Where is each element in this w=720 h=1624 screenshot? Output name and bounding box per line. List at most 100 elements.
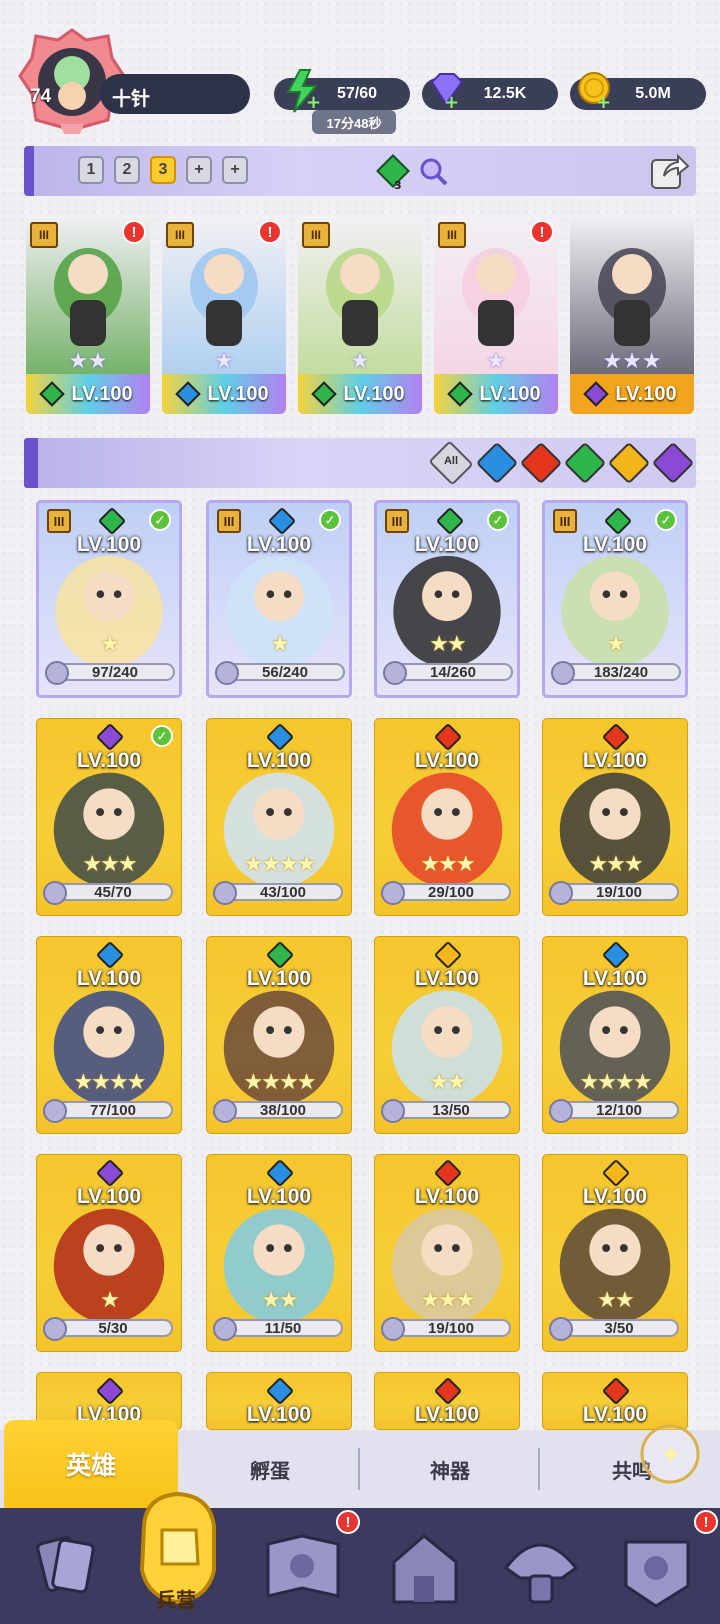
hero-card[interactable]: ✓ LV.100 ★★★ 45/70 xyxy=(36,718,182,916)
hero-card[interactable]: LV.100 xyxy=(374,1372,520,1430)
team-tab-3[interactable]: 3 xyxy=(150,156,176,184)
hero-card[interactable]: LV.100 ★★ 13/50 xyxy=(374,936,520,1134)
hero-stars: ★★★ xyxy=(588,851,643,876)
castle-nav-icon[interactable] xyxy=(380,1522,470,1612)
hero-card[interactable]: LV.100 ★★★ 29/100 xyxy=(374,718,520,916)
rank-badge: III xyxy=(47,509,71,533)
filter-dark-icon[interactable] xyxy=(651,441,695,485)
search-icon[interactable] xyxy=(418,156,450,188)
shard-progress: 43/100 xyxy=(213,881,343,905)
hero-card[interactable]: LV.100 ★★ 11/50 xyxy=(206,1154,352,1352)
team-badge-count: 3 xyxy=(394,179,402,192)
filter-water-icon[interactable] xyxy=(475,441,519,485)
hero-level: LV.100 xyxy=(71,382,133,405)
hero-card[interactable]: III ✓ LV.100 ★ 183/240 xyxy=(542,500,688,698)
mushroom-nav-icon[interactable] xyxy=(496,1522,586,1612)
shard-progress: 11/50 xyxy=(213,1317,343,1341)
team-hero-card[interactable]: III! ★ LV.100 xyxy=(162,216,286,414)
team-add-button[interactable]: + xyxy=(186,156,212,184)
hero-card[interactable]: III ✓ LV.100 ★★ 14/260 xyxy=(374,500,520,698)
gem-icon: + xyxy=(430,73,464,110)
tab-artifacts[interactable]: 神器 xyxy=(360,1430,540,1508)
cards-nav-icon[interactable] xyxy=(20,1522,110,1612)
hero-card[interactable]: LV.100 ★★★★ 38/100 xyxy=(206,936,352,1134)
hero-stars: ★★ xyxy=(597,1287,634,1312)
team-hero-card[interactable]: III ★ LV.100 xyxy=(298,216,422,414)
hero-card[interactable]: LV.100 ★★★ 19/100 xyxy=(542,718,688,916)
hero-card[interactable]: LV.100 ★★★★ 12/100 xyxy=(542,936,688,1134)
filter-light-icon[interactable] xyxy=(607,441,651,485)
shard-icon xyxy=(551,661,575,685)
hero-portrait xyxy=(598,248,666,346)
rank-badge: III xyxy=(217,509,241,533)
shard-progress-value: 97/240 xyxy=(92,663,138,681)
team-tab-1[interactable]: 1 xyxy=(78,156,104,184)
guild-alert-badge: ! xyxy=(694,1510,718,1534)
filter-fire-icon[interactable] xyxy=(519,441,563,485)
checkmark-icon: ✓ xyxy=(151,725,173,747)
shard-progress-value: 3/50 xyxy=(604,1319,634,1337)
hero-card[interactable]: LV.100 ★★★★ 43/100 xyxy=(206,718,352,916)
shard-icon xyxy=(43,1317,67,1341)
hero-card[interactable]: LV.100 ★★ 3/50 xyxy=(542,1154,688,1352)
hero-level: LV.100 xyxy=(582,967,648,990)
shard-progress-value: 19/100 xyxy=(428,1319,474,1337)
shard-icon xyxy=(43,881,67,905)
hero-card[interactable]: LV.100 xyxy=(206,1372,352,1430)
element-icon xyxy=(265,1376,295,1406)
shard-progress: 14/260 xyxy=(383,661,513,685)
team-hero-card[interactable]: III! ★★ LV.100 xyxy=(26,216,150,414)
shard-progress: 77/100 xyxy=(43,1099,173,1123)
filter-wind-icon[interactable] xyxy=(563,441,607,485)
shard-progress: 12/100 xyxy=(549,1099,679,1123)
shard-progress-value: 183/240 xyxy=(593,663,649,681)
rank-badge: III xyxy=(166,222,194,248)
book-alert-badge: ! xyxy=(336,1510,360,1534)
sparkle-button-icon[interactable]: ✦ xyxy=(638,1422,702,1486)
guild-nav-icon[interactable] xyxy=(612,1522,702,1612)
nav-barracks-label: 兵营 xyxy=(156,1590,196,1612)
shard-icon xyxy=(549,1317,573,1341)
shard-icon xyxy=(383,661,407,685)
hero-level: LV.100 xyxy=(414,1185,480,1208)
hero-level: LV.100 xyxy=(414,1403,480,1426)
team-add-button[interactable]: + xyxy=(222,156,248,184)
hero-stars: ★★★★ xyxy=(579,1069,653,1094)
player-level: 74 xyxy=(30,86,52,107)
shard-progress-value: 11/50 xyxy=(264,1319,302,1337)
hero-level: LV.100 xyxy=(479,382,541,405)
hero-stars: ★★ xyxy=(429,1069,466,1094)
wind-element-icon[interactable]: 3 xyxy=(374,154,412,192)
book-nav-icon[interactable] xyxy=(258,1522,348,1612)
hero-level: LV.100 xyxy=(343,382,405,405)
shard-icon xyxy=(549,881,573,905)
coin-icon: + xyxy=(578,72,611,110)
hero-alert-badge: ! xyxy=(258,220,282,244)
hero-stars: ★★★ xyxy=(82,851,137,876)
element-filter-bar: All xyxy=(24,438,696,488)
coins-value: 5.0M xyxy=(635,85,671,102)
shard-icon xyxy=(549,1099,573,1123)
hero-stars: ★★ xyxy=(68,348,108,373)
hero-card[interactable]: LV.100 ★★★★ 77/100 xyxy=(36,936,182,1134)
hero-card[interactable]: LV.100 ★ 5/30 xyxy=(36,1154,182,1352)
team-hero-card[interactable]: ★★★ LV.100 xyxy=(570,216,694,414)
shard-progress: 19/100 xyxy=(381,1317,511,1341)
checkmark-icon: ✓ xyxy=(319,509,341,531)
hero-level: LV.100 xyxy=(414,533,480,556)
team-hero-card[interactable]: III! ★ LV.100 xyxy=(434,216,558,414)
hero-card[interactable]: III ✓ LV.100 ★ 56/240 xyxy=(206,500,352,698)
rank-badge: III xyxy=(385,509,409,533)
element-icon xyxy=(175,381,202,407)
shard-icon xyxy=(381,1099,405,1123)
team-tab-2[interactable]: 2 xyxy=(114,156,140,184)
hero-stars: ★★★★ xyxy=(243,851,317,876)
hero-card[interactable]: III ✓ LV.100 ★ 97/240 xyxy=(36,500,182,698)
shard-icon xyxy=(213,881,237,905)
shard-progress: 45/70 xyxy=(43,881,173,905)
shard-icon xyxy=(45,661,69,685)
hero-card[interactable]: LV.100 ★★★ 19/100 xyxy=(374,1154,520,1352)
share-icon[interactable] xyxy=(648,150,690,192)
shard-progress: 29/100 xyxy=(381,881,511,905)
filter-all-label: All xyxy=(443,455,459,467)
